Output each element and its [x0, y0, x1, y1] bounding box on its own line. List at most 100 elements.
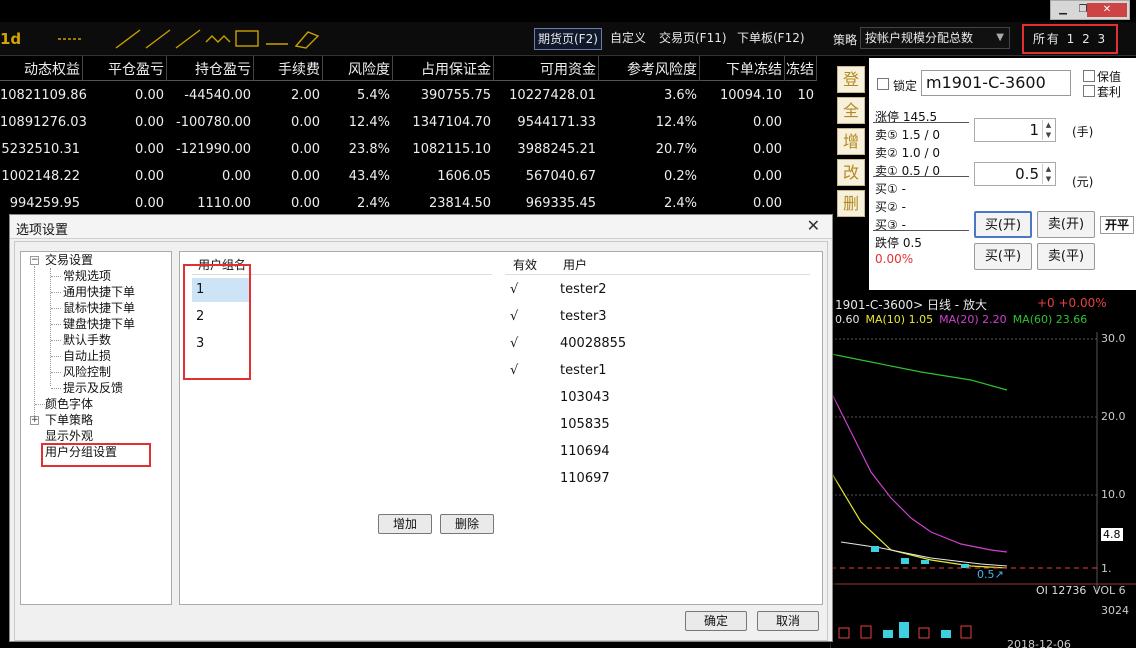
bid-1: 买① -	[875, 182, 906, 196]
column-divider	[699, 56, 700, 81]
delete-button[interactable]: 删	[837, 190, 865, 217]
account-group-selector[interactable]: 所有 1 2 3	[1022, 24, 1118, 54]
delete-group-button[interactable]: 删除	[440, 514, 494, 534]
tab-custom[interactable]: 自定义	[607, 28, 649, 50]
eraser-tool-icon[interactable]	[294, 31, 320, 49]
segment-tool-icon[interactable]	[175, 29, 201, 49]
vol-label: VOL 6	[1093, 584, 1126, 597]
user-valid-check[interactable]: √	[510, 309, 518, 324]
tree-connector	[51, 292, 61, 293]
column-header[interactable]: 动态权益	[0, 59, 80, 79]
table-cell: 1082115.10	[412, 142, 491, 157]
tree-item-risk-control[interactable]: 风险控制	[63, 365, 111, 380]
user-name[interactable]: 110694	[560, 444, 610, 459]
column-header[interactable]: 手续费	[255, 59, 320, 79]
symbol-input[interactable]: m1901-C-3600	[921, 70, 1071, 96]
column-header[interactable]: 下单冻结	[701, 59, 782, 79]
user-name[interactable]: tester2	[560, 282, 607, 297]
sell-open-button[interactable]: 卖(开)	[1037, 211, 1095, 238]
column-header[interactable]: 可用资金	[495, 59, 596, 79]
price-stepper[interactable]: 0.5 ▲ ▼	[974, 162, 1056, 186]
tree-item-trade-settings[interactable]: 交易设置	[45, 253, 93, 268]
price-chart[interactable]: 1901-C-3600> 日线 - 放大 +0 +0.00% 0.60 MA(10…	[830, 292, 1136, 648]
tree-item-general[interactable]: 常规选项	[63, 269, 111, 284]
arbitrage-checkbox[interactable]	[1083, 85, 1095, 97]
tree-item-quick-order[interactable]: 通用快捷下单	[63, 285, 135, 300]
column-header[interactable]: 风险度	[324, 59, 390, 79]
hedge-checkbox[interactable]	[1083, 70, 1095, 82]
login-button[interactable]: 登	[837, 66, 865, 93]
window-close-icon[interactable]: ✕	[1087, 3, 1127, 17]
user-group-panel: 用户组名 1 2 3 有效 用户 √ tester2 √ tester3 √ 400288…	[179, 251, 823, 605]
volume-bar	[838, 627, 850, 639]
strategy-select[interactable]: 按帐户规模分配总数 ▼	[860, 27, 1010, 49]
user-valid-check[interactable]: √	[510, 336, 518, 351]
open-close-toggle[interactable]: 开平	[1100, 216, 1134, 234]
minimize-icon[interactable]: ▁	[1053, 3, 1073, 17]
tree-item-feedback[interactable]: 提示及反馈	[63, 381, 123, 396]
y-label-current: 4.8	[1101, 528, 1123, 541]
candle	[961, 564, 969, 568]
tree-connector	[51, 356, 61, 357]
add-group-button[interactable]: 增加	[378, 514, 432, 534]
dialog-titlebar[interactable]: 选项设置 ✕	[10, 215, 832, 239]
rect-tool-icon[interactable]	[235, 30, 259, 47]
ok-button[interactable]: 确定	[685, 611, 747, 631]
user-valid-check[interactable]: √	[510, 363, 518, 378]
quantity-stepper[interactable]: 1 ▲ ▼	[974, 118, 1056, 142]
column-header[interactable]: 冻结	[786, 59, 814, 79]
lock-label: 锁定	[893, 79, 918, 93]
table-cell: 0.00	[222, 169, 251, 184]
modify-button[interactable]: 改	[837, 159, 865, 186]
user-name[interactable]: tester1	[560, 363, 607, 378]
table-cell: 1002148.22	[1, 169, 80, 184]
close-icon[interactable]: ✕	[807, 216, 820, 235]
tab-order-board[interactable]: 下单板(F12)	[734, 28, 808, 50]
wave-tool-icon[interactable]	[205, 35, 231, 43]
all-button[interactable]: 全	[837, 97, 865, 124]
tree-item-order-strategy[interactable]: 下单策略	[45, 413, 93, 428]
user-name[interactable]: 110697	[560, 471, 610, 486]
table-row[interactable]: 5232510.31 0.00 -121990.00 0.00 23.8% 1082115…	[0, 137, 816, 164]
sell-close-button[interactable]: 卖(平)	[1037, 243, 1095, 270]
volume-bar	[883, 630, 893, 638]
user-name[interactable]: 103043	[560, 390, 610, 405]
tree-item-auto-stop[interactable]: 自动止损	[63, 349, 111, 364]
user-valid-check[interactable]: √	[510, 282, 518, 297]
buy-close-button[interactable]: 买(平)	[974, 243, 1032, 270]
cancel-button[interactable]: 取消	[757, 611, 819, 631]
table-cell: 0.2%	[663, 169, 697, 184]
line-tool-icon[interactable]	[115, 29, 141, 49]
lock-checkbox[interactable]	[877, 78, 889, 90]
tree-item-default-lots[interactable]: 默认手数	[63, 333, 111, 348]
tree-item-keyboard-order[interactable]: 键盘快捷下单	[63, 317, 135, 332]
buy-open-button[interactable]: 买(开)	[974, 211, 1032, 238]
strategy-value: 按帐户规模分配总数	[865, 31, 974, 45]
table-row[interactable]: 10891276.03 0.00 -100780.00 0.00 12.4% 134710…	[0, 110, 816, 137]
tab-futures-page[interactable]: 期货页(F2)	[534, 28, 602, 50]
column-header[interactable]: 占用保证金	[394, 59, 491, 79]
dialog-title: 选项设置	[16, 223, 69, 238]
user-name[interactable]: 40028855	[560, 336, 626, 351]
tree-item-mouse-order[interactable]: 鼠标快捷下单	[63, 301, 135, 316]
column-header[interactable]: 平仓盈亏	[84, 59, 164, 79]
spin-arrows-icon[interactable]: ▲ ▼	[1042, 120, 1054, 140]
expand-icon[interactable]: +	[30, 416, 39, 425]
user-name[interactable]: tester3	[560, 309, 607, 324]
user-name[interactable]: 105835	[560, 417, 610, 432]
tree-item-color-font[interactable]: 颜色字体	[45, 397, 93, 412]
spin-arrows-icon[interactable]: ▲ ▼	[1042, 164, 1054, 184]
table-row[interactable]: 10821109.86 0.00 -44540.00 2.00 5.4% 390755.7…	[0, 83, 816, 110]
collapse-icon[interactable]: −	[30, 256, 39, 265]
ray-tool-icon[interactable]	[145, 29, 171, 49]
app-logo: 1d	[0, 30, 22, 48]
tree-item-display[interactable]: 显示外观	[45, 429, 93, 444]
column-header[interactable]: 持仓盈亏	[168, 59, 251, 79]
window-controls: ▁ ❐ ✕	[1050, 0, 1130, 20]
tab-trade-page[interactable]: 交易页(F11)	[656, 28, 730, 50]
limit-down: 跌停 0.5	[875, 236, 922, 250]
volume-bar	[899, 622, 909, 638]
add-button[interactable]: 增	[837, 128, 865, 155]
column-header[interactable]: 参考风险度	[600, 59, 697, 79]
table-row[interactable]: 1002148.22 0.00 0.00 0.00 43.4% 1606.05 567040…	[0, 164, 816, 191]
